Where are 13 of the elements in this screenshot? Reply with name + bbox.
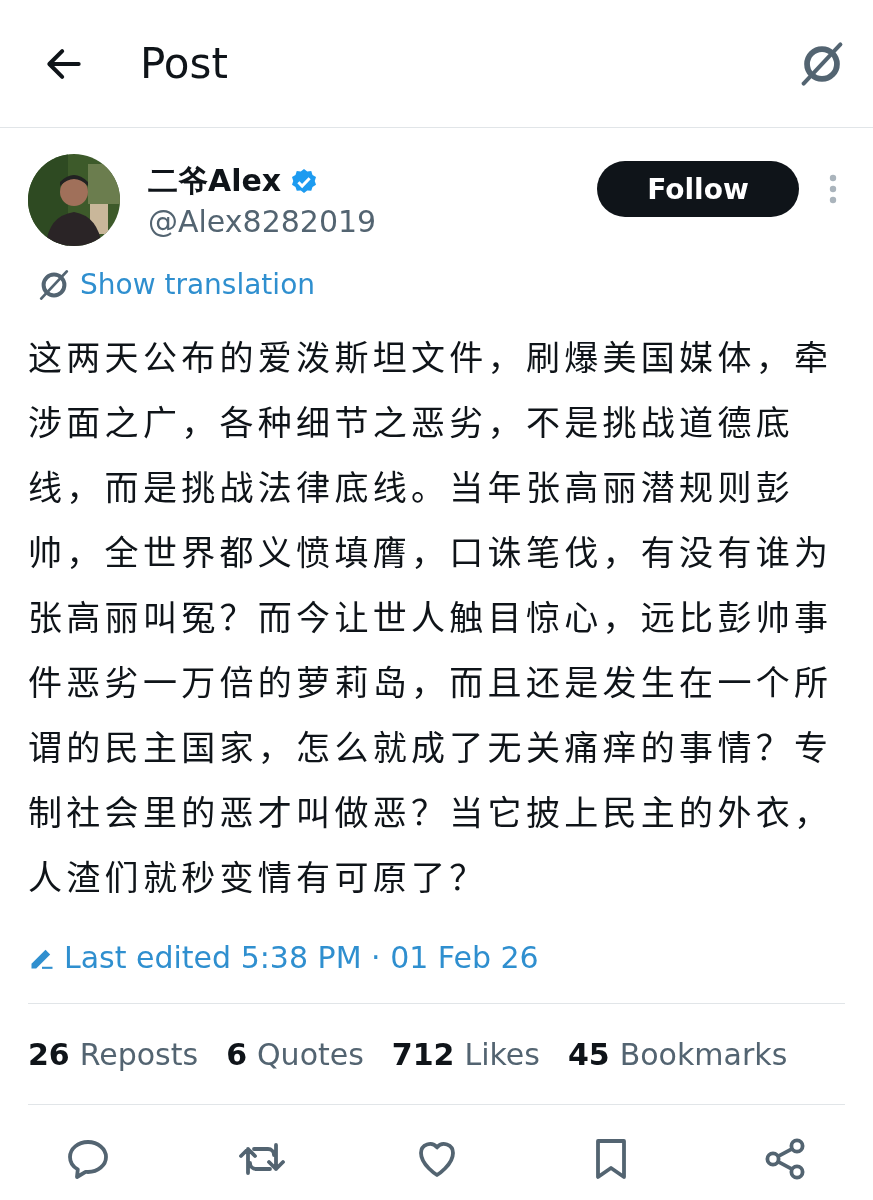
post-text: 这两天公布的爱泼斯坦文件，刷爆美国媒体，牵涉面之广，各种细节之恶劣，不是挑战道德底线，而是挑战法律底线。当年张高丽潜规则彭帅，全世界都义愤填膺，口诛笔伐，有没有谁为张高丽叫冤？而今让世人触目惊心，远比彭帅事件恶劣一万倍的萝莉岛，而且还是发生在一个所谓的民主国家，怎么就成了无关痛痒的事情？专制社会里的恶才叫做恶？当它披上民主的外衣，人渣们就秒变情有可原了？ <box>28 330 834 902</box>
author-name[interactable]: 二爷Alex <box>148 161 282 202</box>
slashed-circle-icon <box>38 268 70 301</box>
show-translation-link[interactable]: Show translation <box>80 268 315 301</box>
page-title: Post <box>140 39 229 88</box>
edited-timestamp-link[interactable]: Last edited 5:38 PM · 01 Feb 26 <box>64 940 539 975</box>
slashed-circle-icon[interactable] <box>799 40 845 87</box>
engagement-stat[interactable]: 45 Bookmarks <box>567 1036 788 1072</box>
engagement-stat[interactable]: 712 Likes <box>391 1036 540 1072</box>
follow-button[interactable]: Follow <box>597 161 799 217</box>
engagement-stat[interactable]: 26 Reposts <box>28 1036 199 1072</box>
engagement-stat[interactable]: 6 Quotes <box>226 1036 364 1072</box>
author-handle[interactable]: @Alex8282019 <box>148 204 597 239</box>
